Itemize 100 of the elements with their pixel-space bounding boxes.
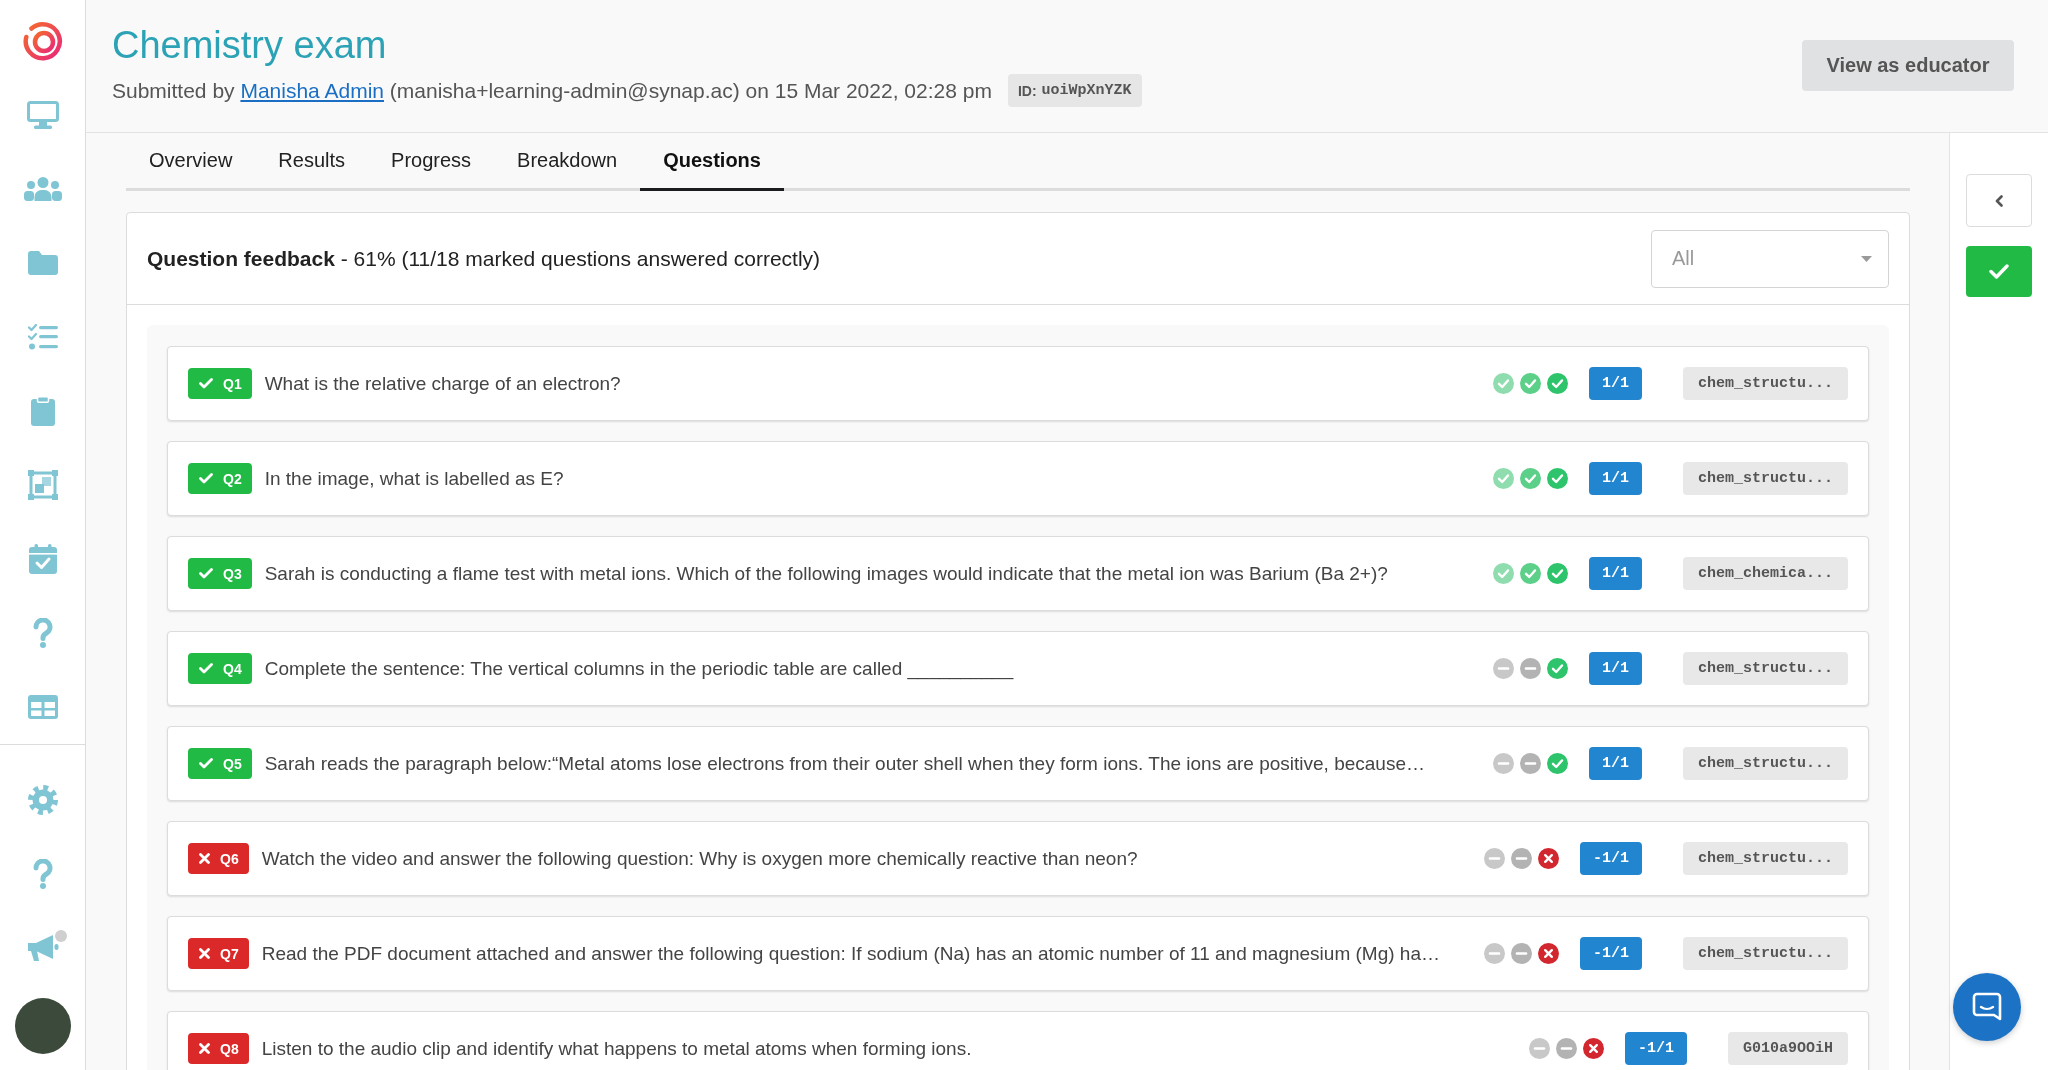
check-circle-icon <box>1546 753 1568 774</box>
check-circle-icon <box>1492 468 1514 489</box>
minus-circle-icon <box>1483 943 1505 964</box>
question-tag: chem_structu... <box>1682 937 1848 970</box>
check-icon <box>1989 264 2009 279</box>
minus-circle-icon <box>1555 1038 1577 1059</box>
chevron-left-icon <box>1995 194 2003 207</box>
cross-icon <box>199 948 210 959</box>
id-label: ID: <box>1017 82 1037 99</box>
question-number: Q8 <box>220 1040 239 1057</box>
check-circle-icon <box>1546 658 1568 679</box>
question-tag: G010a9OOiH <box>1728 1032 1848 1065</box>
question-row[interactable]: Q7 Read the PDF document attached and answer the following question: If sodium (Na) has an atomic number of 11 and magnesium (Mg) ha… -1/1 chem_structu... <box>167 916 1869 991</box>
checklist-icon[interactable] <box>27 324 58 350</box>
score-label: 1/1 <box>1588 367 1642 400</box>
question-tag: chem_chemica... <box>1682 557 1848 590</box>
id-value: uoiWpXnYZK <box>1041 82 1132 99</box>
question-number: Q7 <box>220 945 239 962</box>
logo-icon[interactable] <box>22 21 63 61</box>
frame-icon[interactable] <box>27 470 58 500</box>
cross-icon <box>199 1043 210 1054</box>
question-number: Q2 <box>223 470 242 487</box>
minus-circle-icon <box>1510 943 1532 964</box>
cross-circle-icon <box>1582 1038 1604 1059</box>
check-circle-icon <box>1492 373 1514 394</box>
minus-circle-icon <box>1483 848 1505 869</box>
question-row[interactable]: Q5 Sarah reads the paragraph below:“Metal atoms lose electrons from their outer shell when they form ions. The ions are positive, because… 1/1 chem_structu... <box>167 726 1869 801</box>
question-tag: chem_structu... <box>1682 367 1848 400</box>
question-text: Watch the video and answer the following question: Why is oxygen more chemically reactive than neon? <box>261 847 1139 870</box>
check-icon <box>199 473 213 484</box>
question-text: Sarah is conducting a flame test with metal ions. Which of the following images would indicate that the metal ion was Barium (Ba 2+)? <box>264 562 1389 585</box>
feedback-summary: Question feedback - 61% (11/18 marked questions answered correctly) <box>147 246 821 271</box>
confirm-button[interactable] <box>1966 246 2032 297</box>
settings-icon[interactable] <box>27 785 58 815</box>
check-circle-icon <box>1546 468 1568 489</box>
question-text: What is the relative charge of an electron? <box>264 372 622 395</box>
score-label: 1/1 <box>1588 652 1642 685</box>
users-icon[interactable] <box>23 177 62 201</box>
score-label: -1/1 <box>1579 842 1642 875</box>
score-label: 1/1 <box>1588 462 1642 495</box>
question-row[interactable]: Q6 Watch the video and answer the following question: Why is oxygen more chemically reactive than neon? -1/1 chem_structu... <box>167 821 1869 896</box>
monitor-icon[interactable] <box>26 101 59 129</box>
question-tag: chem_structu... <box>1682 842 1848 875</box>
question-tag: chem_structu... <box>1682 747 1848 780</box>
caret-icon <box>1861 255 1872 262</box>
question-row[interactable]: Q8 Listen to the audio clip and identify what happens to metal atoms when forming ions. -1/1 G010a9OOiH <box>167 1011 1869 1070</box>
question-text: Listen to the audio clip and identify what happens to metal atoms when forming ions. <box>261 1037 973 1060</box>
collapse-button[interactable] <box>1966 174 2032 227</box>
question-text: In the image, what is labelled as E? <box>264 467 565 490</box>
check-circle-icon <box>1519 563 1541 584</box>
score-label: 1/1 <box>1588 557 1642 590</box>
tab[interactable]: Progress <box>368 133 495 191</box>
view-as-educator-button[interactable]: View as educator <box>1802 40 2014 91</box>
question-row[interactable]: Q2 In the image, what is labelled as E? 1/1 chem_structu... <box>167 441 1869 516</box>
question-text: Complete the sentence: The vertical columns in the periodic table are called __________ <box>264 657 1015 680</box>
check-circle-icon <box>1492 563 1514 584</box>
tab[interactable]: Results <box>255 133 369 191</box>
tab[interactable]: Breakdown <box>494 133 641 191</box>
chat-bubble-icon <box>1972 992 2002 1022</box>
question-text: Read the PDF document attached and answer the following question: If sodium (Na) has an atomic number of 11 and magnesium (Mg) ha… <box>261 942 1441 965</box>
check-icon <box>199 663 213 674</box>
minus-circle-icon <box>1510 848 1532 869</box>
check-circle-icon <box>1546 373 1568 394</box>
question-row[interactable]: Q3 Sarah is conducting a flame test with metal ions. Which of the following images would indicate that the metal ion was Barium (Ba 2+)? 1/1 chem_chemica... <box>167 536 1869 611</box>
question-row[interactable]: Q4 Complete the sentence: The vertical columns in the periodic table are called __________ 1/1 chem_structu... <box>167 631 1869 706</box>
help-icon[interactable] <box>32 618 53 648</box>
cross-icon <box>199 853 210 864</box>
minus-circle-icon <box>1519 658 1541 679</box>
question-number: Q6 <box>220 850 239 867</box>
check-icon <box>199 378 213 389</box>
calendar-check-icon[interactable] <box>28 544 57 574</box>
minus-circle-icon <box>1528 1038 1550 1059</box>
question-number: Q5 <box>223 755 242 772</box>
question-tag: chem_structu... <box>1682 652 1848 685</box>
question-number: Q1 <box>223 375 242 392</box>
check-circle-icon <box>1519 468 1541 489</box>
page-title: Chemistry exam <box>112 23 388 68</box>
question-tag: chem_structu... <box>1682 462 1848 495</box>
minus-circle-icon <box>1519 753 1541 774</box>
table-icon[interactable] <box>27 695 58 719</box>
check-circle-icon <box>1546 563 1568 584</box>
question-number: Q4 <box>223 660 242 677</box>
submission-info: Submitted by Manisha Admin (manisha+learning-admin@synap.ac) on 15 Mar 2022, 02:28 pm <box>112 77 992 104</box>
score-label: -1/1 <box>1579 937 1642 970</box>
help-icon[interactable] <box>32 859 53 889</box>
cross-circle-icon <box>1537 943 1559 964</box>
question-row[interactable]: Q1 What is the relative charge of an electron? 1/1 chem_structu... <box>167 346 1869 421</box>
check-circle-icon <box>1519 373 1541 394</box>
tab[interactable]: Overview <box>126 133 256 191</box>
minus-circle-icon <box>1492 658 1514 679</box>
check-icon <box>199 568 213 579</box>
clipboard-icon[interactable] <box>30 396 55 426</box>
score-label: -1/1 <box>1624 1032 1687 1065</box>
question-number: Q3 <box>223 565 242 582</box>
score-label: 1/1 <box>1588 747 1642 780</box>
folder-icon[interactable] <box>27 251 58 275</box>
megaphone-icon[interactable] <box>26 934 59 962</box>
check-icon <box>199 758 213 769</box>
tab[interactable]: Questions <box>640 133 784 191</box>
author-link[interactable]: Manisha Admin <box>240 78 384 102</box>
